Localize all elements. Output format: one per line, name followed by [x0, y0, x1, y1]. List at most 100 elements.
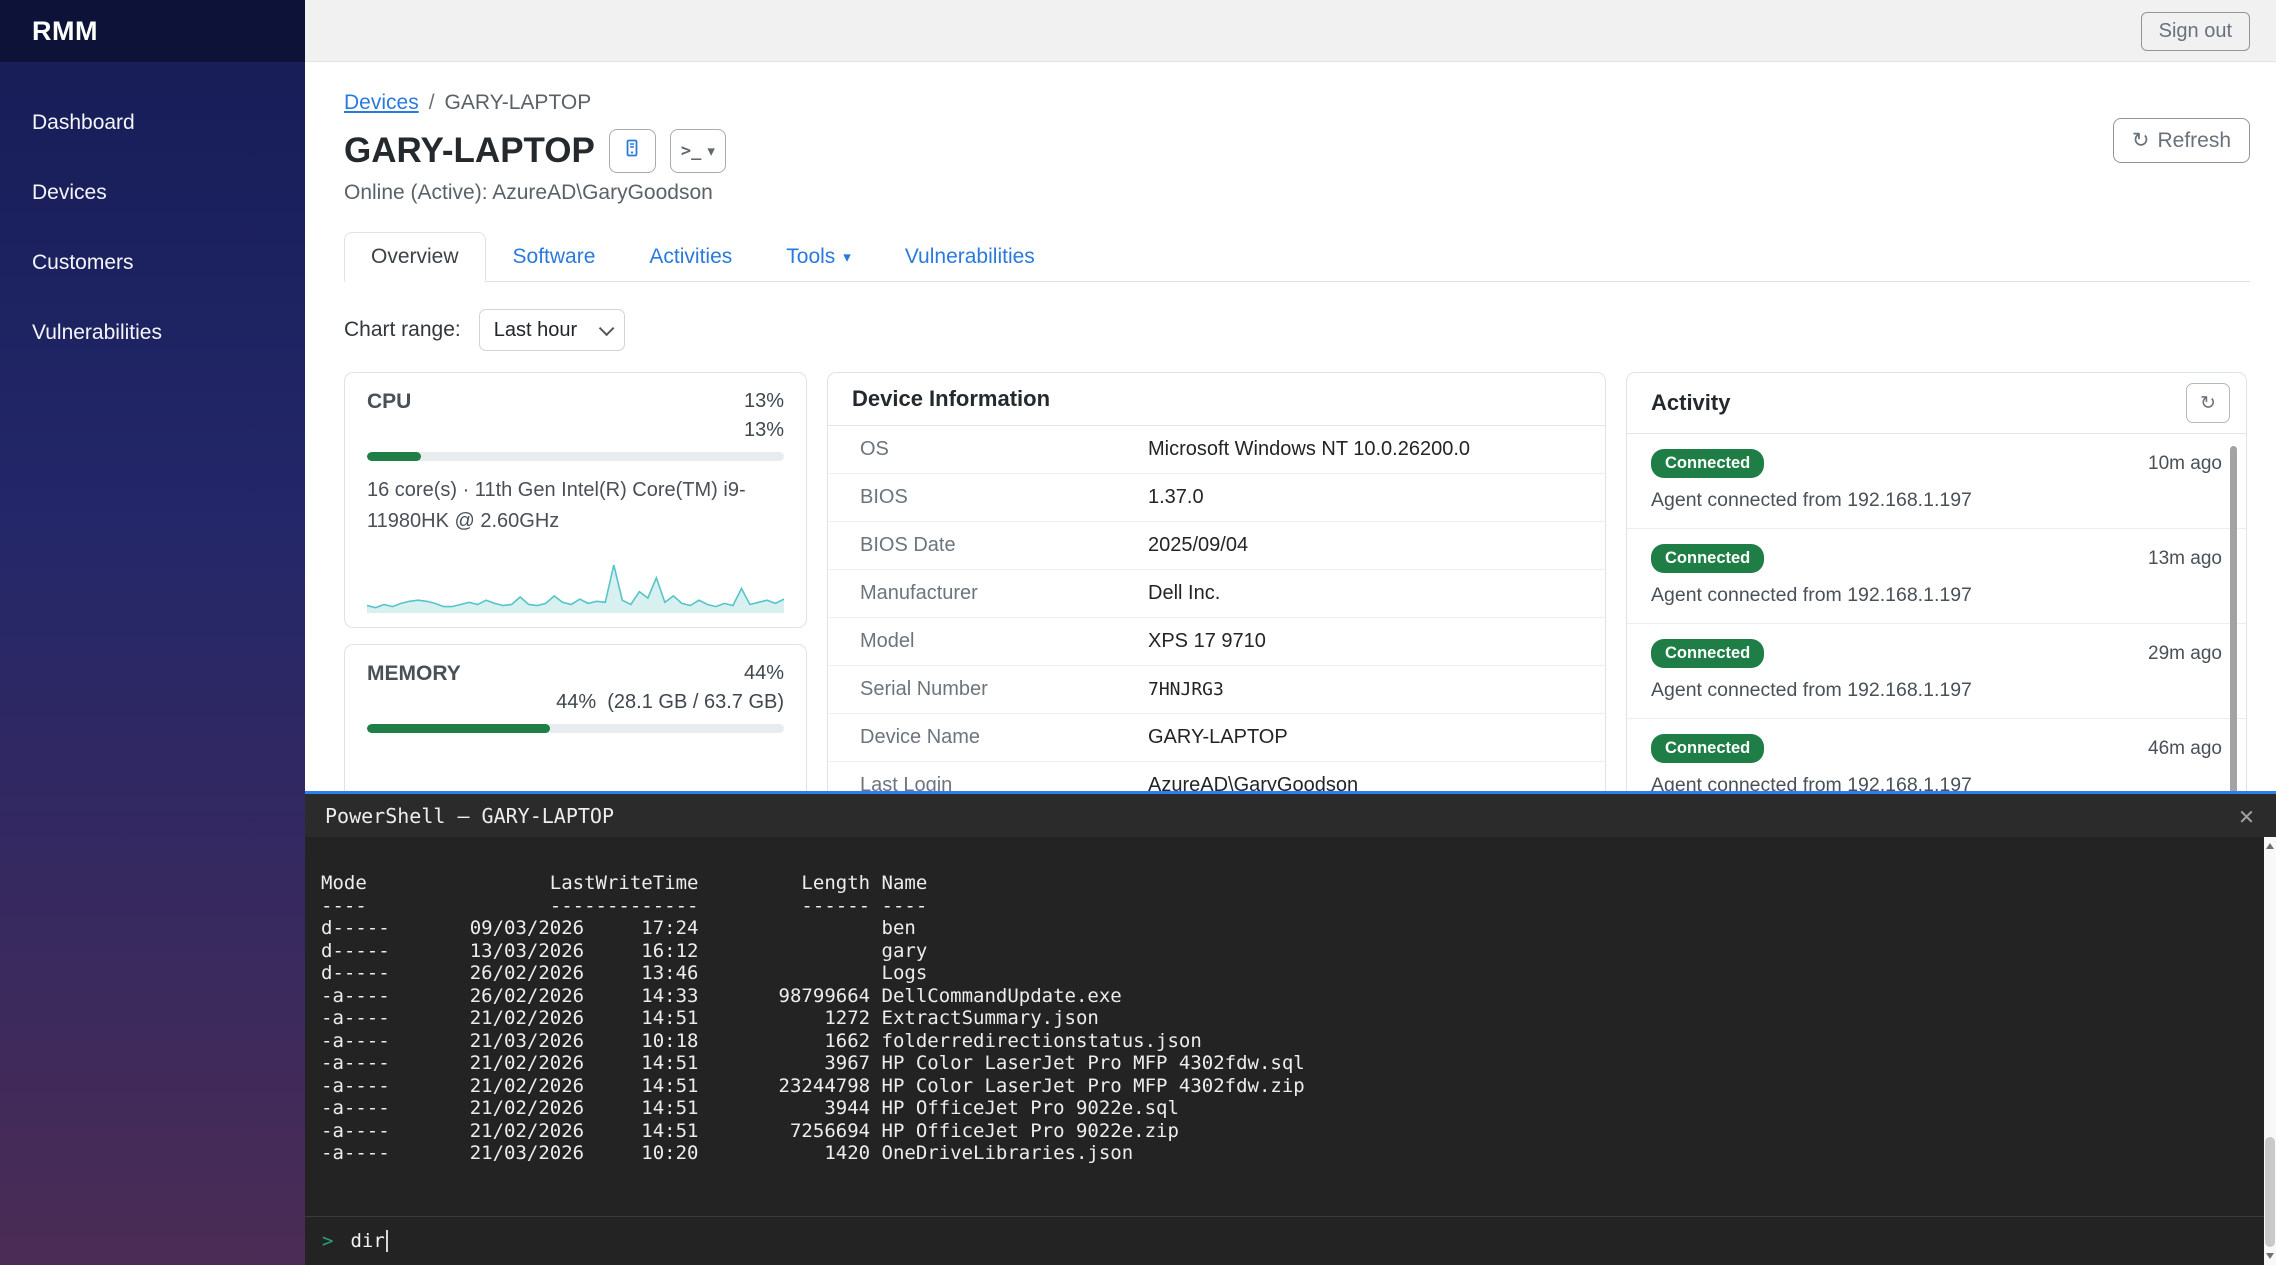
- tab-label: Activities: [649, 245, 733, 268]
- chevron-down-icon: [598, 320, 615, 336]
- top-bar: Sign out: [305, 0, 2276, 62]
- device-info-label: BIOS Date: [860, 534, 956, 556]
- device-info-title: Device Information: [828, 373, 1605, 426]
- status-badge: Connected: [1651, 544, 1765, 573]
- tab-label: Tools: [786, 245, 836, 268]
- device-info-label: Device Name: [860, 726, 981, 748]
- sidebar-item-dashboard[interactable]: Dashboard: [0, 88, 305, 158]
- tab-overview[interactable]: Overview: [344, 232, 486, 282]
- device-info-label: Model: [860, 630, 915, 652]
- activity-text: Agent connected from 192.168.1.197: [1651, 584, 1972, 606]
- list-item: Connected 29m ago Agent connected from 19…: [1627, 624, 2246, 719]
- sidebar-item-label: Dashboard: [32, 111, 135, 134]
- device-info-value: GARY-LAPTOP: [1148, 726, 1288, 748]
- device-details-button[interactable]: [608, 129, 656, 173]
- activity-time: 29m ago: [2148, 642, 2222, 664]
- terminal-line: -a---- 21/02/2026 14:51 7256694 HP Offic…: [321, 1119, 1179, 1142]
- table-row: BIOS 1.37.0: [828, 474, 1605, 522]
- activity-text: Agent connected from 192.168.1.197: [1651, 679, 1972, 701]
- terminal-line: -a---- 21/02/2026 14:51 23244798 HP Colo…: [321, 1074, 1305, 1097]
- memory-percent: 44%: [743, 662, 784, 684]
- breadcrumb-devices-link[interactable]: Devices: [344, 91, 419, 114]
- refresh-label: Refresh: [2157, 129, 2231, 152]
- chart-range-value: Last hour: [493, 318, 578, 341]
- sidebar-nav: Dashboard Devices Customers Vulnerabilit…: [0, 62, 305, 368]
- table-row: Model XPS 17 9710: [828, 618, 1605, 666]
- tab-vulnerabilities[interactable]: Vulnerabilities: [878, 232, 1062, 282]
- device-status: Online (Active): AzureAD\GaryGoodson: [344, 181, 713, 204]
- chart-range-row: Chart range: Last hour: [344, 309, 2250, 351]
- status-badge: Connected: [1651, 639, 1765, 668]
- table-row: Device Name GARY-LAPTOP: [828, 714, 1605, 762]
- terminal-command: dir: [350, 1230, 385, 1252]
- activity-title: Activity: [1651, 390, 1731, 415]
- terminal-line: -a---- 21/02/2026 14:51 3944 HP OfficeJe…: [321, 1097, 1179, 1119]
- cpu-percent-detail: 13%: [743, 419, 784, 441]
- tab-activities[interactable]: Activities: [622, 232, 759, 282]
- tab-label: Software: [512, 245, 596, 268]
- chevron-down-icon: ▾: [707, 143, 715, 160]
- terminal-output: Mode LastWriteTime Length Name ---- ----…: [305, 837, 2276, 1165]
- terminal-input[interactable]: > dir: [305, 1216, 2276, 1265]
- device-info-label: Manufacturer: [860, 582, 978, 604]
- list-item: Connected 13m ago Agent connected from 19…: [1627, 529, 2246, 624]
- page-title: GARY-LAPTOP: [344, 131, 595, 170]
- memory-card-title: MEMORY: [367, 662, 461, 685]
- refresh-button[interactable]: ↻ Refresh: [2112, 118, 2250, 163]
- device-info-value: Microsoft Windows NT 10.0.26200.0: [1148, 438, 1471, 460]
- table-row: Manufacturer Dell Inc.: [828, 570, 1605, 618]
- sidebar-item-devices[interactable]: Devices: [0, 158, 305, 228]
- chevron-down-icon: ▾: [843, 249, 851, 266]
- activity-scrollbar[interactable]: [2230, 446, 2237, 796]
- terminal-scrollbar-thumb: [2265, 1137, 2275, 1247]
- activity-time: 10m ago: [2148, 452, 2222, 474]
- tab-tools[interactable]: Tools ▾: [759, 232, 878, 282]
- sidebar-item-label: Devices: [32, 181, 107, 204]
- cpu-progress-bar: [367, 452, 784, 461]
- cpu-usage-chart: [367, 549, 784, 613]
- sign-out-button[interactable]: Sign out: [2140, 12, 2250, 51]
- memory-progress-bar: [367, 724, 784, 733]
- table-row: OS Microsoft Windows NT 10.0.26200.0: [828, 426, 1605, 474]
- terminal-line: -a---- 21/02/2026 14:51 1272 ExtractSumm…: [321, 1007, 1099, 1029]
- terminal-line: ---- ------------- ------ ----: [321, 894, 928, 917]
- close-icon[interactable]: ✕: [2239, 803, 2254, 828]
- activity-time: 13m ago: [2148, 547, 2222, 569]
- refresh-icon: ↻: [2131, 129, 2150, 152]
- status-badge: Connected: [1651, 449, 1765, 478]
- activity-time: 46m ago: [2148, 737, 2222, 759]
- scroll-up-icon: [2266, 843, 2274, 849]
- sidebar-item-label: Vulnerabilities: [32, 321, 162, 344]
- activity-header: Activity ↻: [1627, 373, 2246, 434]
- terminal-dropdown-button[interactable]: >_ ▾: [669, 129, 726, 173]
- chart-range-select[interactable]: Last hour: [478, 309, 625, 351]
- breadcrumb-separator: /: [428, 91, 435, 114]
- status-badge: Connected: [1651, 734, 1765, 763]
- scroll-down-icon: [2266, 1253, 2274, 1259]
- breadcrumb: Devices / GARY-LAPTOP: [344, 91, 2250, 115]
- terminal-icon: >_: [680, 141, 702, 161]
- cpu-description: 16 core(s) · 11th Gen Intel(R) Core(TM) …: [367, 479, 746, 532]
- terminal-line: d----- 13/03/2026 16:12 gary: [321, 939, 928, 962]
- tab-label: Overview: [371, 245, 459, 268]
- activity-text: Agent connected from 192.168.1.197: [1651, 489, 1972, 511]
- sidebar-item-vulnerabilities[interactable]: Vulnerabilities: [0, 298, 305, 368]
- title-row: GARY-LAPTOP >_ ▾: [344, 129, 2250, 173]
- list-item: Connected 10m ago Agent connected from 19…: [1627, 434, 2246, 529]
- refresh-icon: ↻: [2200, 392, 2216, 414]
- device-info-value: Dell Inc.: [1148, 582, 1221, 604]
- terminal-header: PowerShell — GARY-LAPTOP ✕: [305, 794, 2276, 837]
- activity-refresh-button[interactable]: ↻: [2186, 383, 2230, 423]
- prompt-icon: >: [322, 1230, 334, 1252]
- text-cursor: [385, 1230, 388, 1252]
- tab-software[interactable]: Software: [486, 232, 623, 282]
- sidebar-item-label: Customers: [32, 251, 134, 274]
- terminal-scrollbar[interactable]: [2264, 837, 2276, 1265]
- sidebar-item-customers[interactable]: Customers: [0, 228, 305, 298]
- cpu-percent: 13%: [743, 390, 784, 412]
- device-info-label: BIOS: [860, 486, 908, 508]
- sidebar: RMM Dashboard Devices Customers Vulnerab…: [0, 0, 305, 1265]
- chart-range-label: Chart range:: [344, 318, 461, 341]
- device-info-label: Serial Number: [860, 678, 988, 700]
- table-row: BIOS Date 2025/09/04: [828, 522, 1605, 570]
